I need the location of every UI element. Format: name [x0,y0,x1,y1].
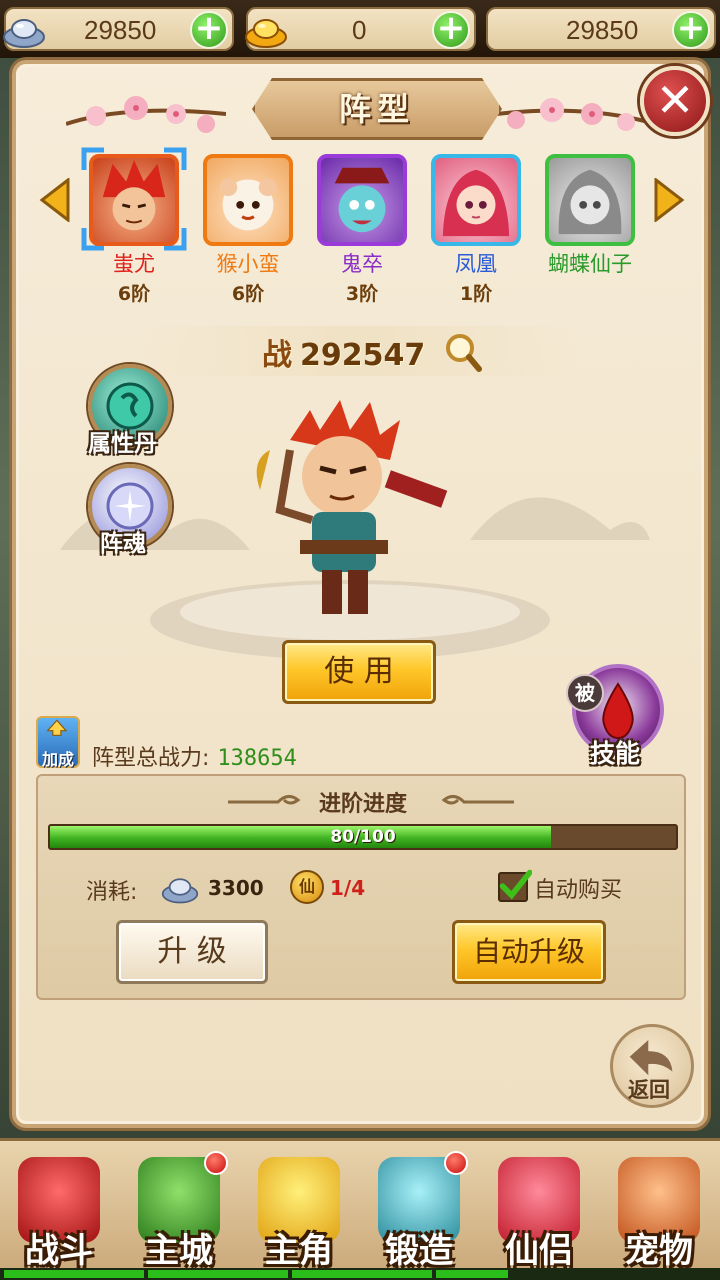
nav-label: 战斗 [25,1231,93,1271]
nav-label: 锻造 [385,1231,453,1271]
combat-power: 战 292547 [262,330,425,374]
panel-title: 阵型 [338,90,415,128]
silver-cost: 3300 [208,876,264,900]
hero-name: 鬼卒 [341,252,383,276]
token-cost: 1/4 [330,876,366,900]
nav-companion[interactable]: 仙侣 [484,1151,594,1271]
advance-progress-bar: 80/100 [48,824,678,850]
combat-power-label: 战 [262,338,292,373]
silver-ingot-icon [3,19,45,48]
bottom-progress-strip [0,1268,720,1280]
total-power: 阵型总战力: 138654 [92,740,297,772]
nav-label: 仙侣 [505,1231,573,1271]
bonus-label: 加成 [41,750,74,769]
hero-portrait-fenghuang [431,154,521,246]
use-button[interactable]: 使 用 [282,640,436,704]
formation-soul-label: 阵魂 [100,531,146,557]
hero-card-fenghuang[interactable]: 凤凰 1阶 [428,154,524,306]
back-label: 返回 [628,1078,670,1102]
advance-title: 进阶进度 [318,792,407,817]
combat-power-value: 292547 [300,338,426,373]
hero-rank: 6阶 [231,283,265,305]
add-gold-button[interactable]: + [432,11,470,49]
nav-battle[interactable]: 战斗 [4,1151,114,1271]
skill-label: 技能 [590,739,641,768]
up-arrow-icon [46,719,68,736]
hero-rank: 3阶 [345,283,379,305]
nav-forge[interactable]: 锻造 [364,1151,474,1271]
advance-progress-text: 80/100 [330,827,396,847]
gold-ingot-icon [245,19,287,48]
nav-pet[interactable]: 宠物 [604,1151,714,1271]
hero-portrait-hudiexianzi [545,154,635,246]
hero-portrait-chiyou [89,154,179,246]
auto-upgrade-button[interactable]: 自动升级 [452,920,606,984]
third-currency-amount: 29850 [566,15,639,45]
total-power-label: 阵型总战力: [92,746,210,771]
chiyou-character-art [256,400,448,614]
silver-ingot-icon [161,878,199,904]
notification-dot [444,1151,468,1175]
silver-amount: 29850 [84,15,157,45]
nav-protagonist[interactable]: 主角 [244,1151,354,1271]
title-ornament-right-icon [441,795,514,805]
total-power-value: 138654 [217,746,297,771]
auto-buy-checkbox[interactable] [498,869,532,902]
third-currency: 29850 + [486,7,716,51]
hero-portrait-guizu [317,154,407,246]
nav-main-city[interactable]: 主城 [124,1151,234,1271]
hero-card-guizu[interactable]: 鬼卒 3阶 [314,154,410,306]
blossom-decoration-right [496,98,656,131]
hero-name: 蚩尤 [113,252,155,276]
bonus-button[interactable]: 加成 [36,716,80,769]
add-silver-button[interactable]: + [190,11,228,49]
hero-portrait-houxiaoman [203,154,293,246]
gold-currency: 0 + [245,7,476,51]
passive-tag: 被 [566,674,604,712]
auto-buy-label: 自动购买 [534,878,623,903]
silver-currency: 29850 + [3,7,234,51]
advance-progress-box: 进阶进度 80/100 消耗: 3300 仙 1/4 自动购买 升 级 自动升级 [36,774,686,1000]
nav-label: 主角 [265,1231,333,1271]
immortal-token-icon: 仙 [290,870,324,904]
hero-name: 蝴蝶仙子 [548,252,632,276]
checkmark-icon [499,869,532,900]
hero-card-houxiaoman[interactable]: 猴小蛮 6阶 [200,154,296,306]
panel-title-plate: 阵型 [252,78,502,140]
carousel-right-arrow-icon[interactable] [652,178,686,222]
close-button[interactable]: ✕ [640,66,710,136]
hero-name: 猴小蛮 [216,252,280,276]
add-currency-button[interactable]: + [672,11,710,49]
bottom-navigation: 战斗 主城 主角 锻造 仙侣 宠物 [0,1138,720,1280]
currency-bar: 29850 + 0 + 29850 + [0,0,720,58]
hero-card-chiyou[interactable]: 蚩尤 6阶 [86,154,182,306]
gold-amount: 0 [352,15,367,45]
hero-rank: 1阶 [459,283,493,305]
nav-label: 主城 [145,1231,213,1271]
notification-dot [204,1151,228,1175]
blossom-decoration-left [66,96,226,133]
magnifier-icon[interactable] [444,332,482,372]
hero-rank: 6阶 [117,283,151,305]
hero-card-hudiexianzi[interactable]: 蝴蝶仙子 [540,154,640,278]
cost-label: 消耗: [86,880,138,905]
attribute-pill-label: 属性丹 [88,431,157,457]
hero-name: 凤凰 [455,252,497,276]
carousel-left-arrow-icon[interactable] [38,178,72,222]
nav-label: 宠物 [625,1231,693,1271]
upgrade-button[interactable]: 升 级 [116,920,268,984]
